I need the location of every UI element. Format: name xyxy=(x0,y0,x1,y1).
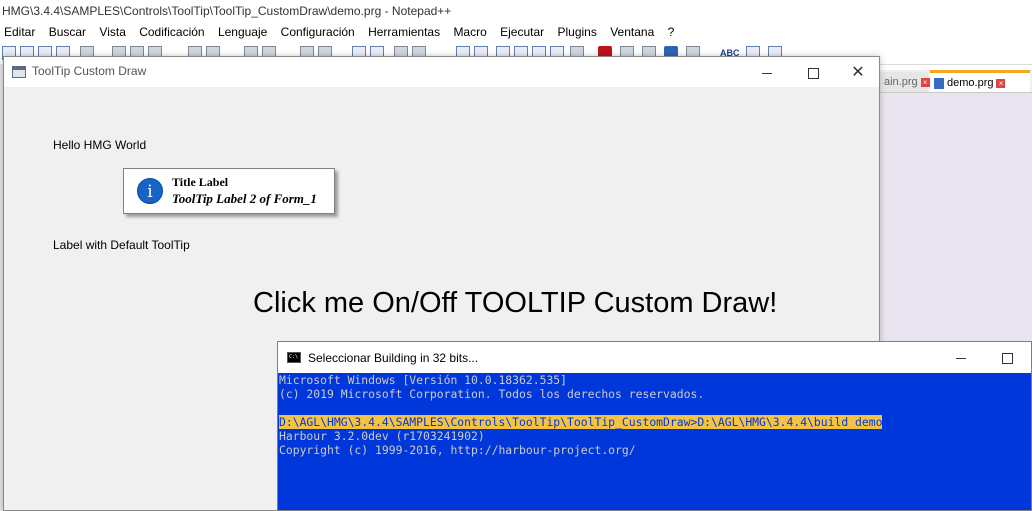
menu-help[interactable]: ? xyxy=(664,22,681,42)
console-line: Harbour 3.2.0dev (r1703241902) xyxy=(279,429,485,443)
menu-buscar[interactable]: Buscar xyxy=(45,22,92,42)
console-window: Seleccionar Building in 32 bits... Micro… xyxy=(277,341,1032,511)
window-app-icon xyxy=(12,66,26,78)
close-icon[interactable]: × xyxy=(996,78,1006,88)
tooltip-text: ToolTip Label 2 of Form_1 xyxy=(172,191,317,206)
notepad-title-text: HMG\3.4.4\SAMPLES\Controls\ToolTip\ToolT… xyxy=(2,4,452,18)
tooltip-title: Title Label xyxy=(172,175,229,189)
menu-ventana[interactable]: Ventana xyxy=(606,22,660,42)
toggle-tooltip-label[interactable]: Click me On/Off TOOLTIP Custom Draw! xyxy=(253,287,777,320)
menu-editar[interactable]: Editar xyxy=(0,22,41,42)
tab-label: demo.prg xyxy=(947,77,994,89)
info-icon: i xyxy=(137,178,163,204)
console-maximize-button[interactable] xyxy=(984,342,1030,372)
window-title: ToolTip Custom Draw xyxy=(32,64,147,78)
menu-vista[interactable]: Vista xyxy=(95,22,131,42)
minimize-button[interactable] xyxy=(744,57,790,87)
console-command: D:\AGL\HMG\3.4.4\SAMPLES\Controls\ToolTi… xyxy=(279,415,883,429)
minimize-icon xyxy=(762,72,772,74)
close-icon[interactable]: × xyxy=(920,77,930,87)
console-line: (c) 2019 Microsoft Corporation. Todos lo… xyxy=(279,387,705,401)
console-minimize-button[interactable] xyxy=(938,342,984,372)
file-icon xyxy=(934,77,944,89)
menu-ejecutar[interactable]: Ejecutar xyxy=(496,22,550,42)
notepad-title-bar: HMG\3.4.4\SAMPLES\Controls\ToolTip\ToolT… xyxy=(0,0,1032,22)
menu-lenguaje[interactable]: Lenguaje xyxy=(214,22,273,42)
custom-tooltip: i Title Label ToolTip Label 2 of Form_1 xyxy=(123,168,335,214)
console-line-highlighted: D:\AGL\HMG\3.4.4\SAMPLES\Controls\ToolTi… xyxy=(278,415,1031,429)
menu-plugins[interactable]: Plugins xyxy=(554,22,603,42)
tab-label: ain.prg xyxy=(884,76,918,88)
close-icon: ✕ xyxy=(851,64,865,81)
menu-codificacion[interactable]: Codificación xyxy=(135,22,210,42)
minimize-icon xyxy=(956,357,966,359)
console-title-bar[interactable]: Seleccionar Building in 32 bits... xyxy=(278,342,1031,373)
maximize-icon xyxy=(807,67,819,79)
label-default-tooltip[interactable]: Label with Default ToolTip xyxy=(53,238,190,252)
maximize-button[interactable] xyxy=(790,57,836,87)
console-line: Microsoft Windows [Versión 10.0.18362.53… xyxy=(279,373,568,387)
console-icon xyxy=(287,352,301,363)
maximize-icon xyxy=(1001,352,1013,364)
close-button[interactable]: ✕ xyxy=(835,57,881,87)
console-output[interactable]: Microsoft Windows [Versión 10.0.18362.53… xyxy=(278,373,1031,457)
window-title-bar[interactable]: ToolTip Custom Draw ✕ xyxy=(4,57,879,87)
console-title: Seleccionar Building in 32 bits... xyxy=(308,351,479,365)
label-hello[interactable]: Hello HMG World xyxy=(53,138,146,152)
notepad-tab-bar: ain.prg × demo.prg × xyxy=(880,70,1032,93)
notepad-menubar: Editar Buscar Vista Codificación Lenguaj… xyxy=(0,22,1032,42)
menu-herramientas[interactable]: Herramientas xyxy=(364,22,446,42)
menu-macro[interactable]: Macro xyxy=(449,22,492,42)
console-line: Copyright (c) 1999-2016, http://harbour-… xyxy=(279,443,636,457)
tab-demo-prg[interactable]: demo.prg × xyxy=(930,70,1030,92)
menu-configuracion[interactable]: Configuración xyxy=(277,22,361,42)
tab-main-prg[interactable]: ain.prg × xyxy=(880,72,930,92)
